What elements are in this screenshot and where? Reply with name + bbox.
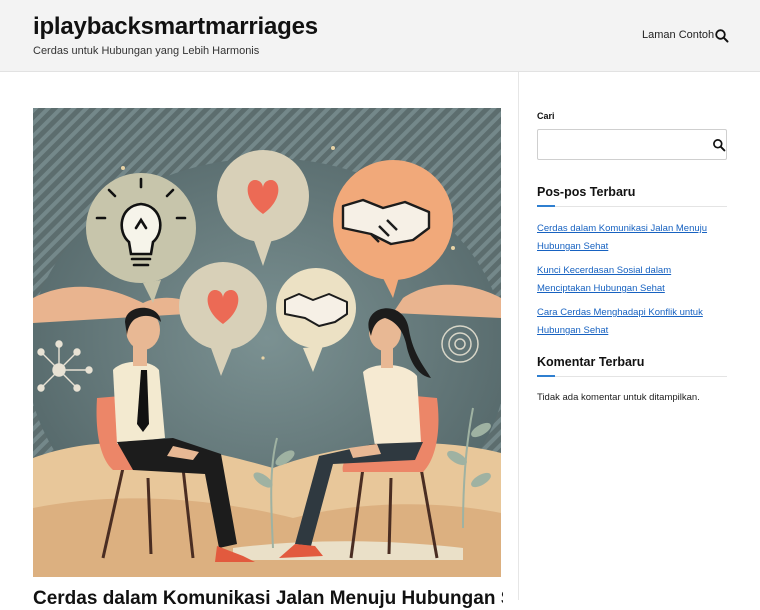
recent-posts-title: Pos-pos Terbaru (537, 185, 636, 199)
recent-posts-list: Cerdas dalam Komunikasi Jalan Menuju Hub… (537, 219, 727, 345)
list-item: Cara Cerdas Menghadapi Konflik untuk Hub… (537, 303, 727, 339)
content-divider (518, 72, 519, 600)
site-header: iplaybacksmartmarriages Cerdas untuk Hub… (0, 0, 760, 72)
featured-image[interactable] (33, 108, 501, 577)
recent-comments-title: Komentar Terbaru (537, 355, 645, 369)
list-item: Cerdas dalam Komunikasi Jalan Menuju Hub… (537, 219, 727, 255)
search-submit-icon[interactable] (712, 138, 726, 152)
search-input[interactable] (538, 130, 698, 159)
site-tagline: Cerdas untuk Hubungan yang Lebih Harmoni… (33, 45, 260, 57)
list-item: Kunci Kecerdasan Sosial dalam Menciptaka… (537, 261, 727, 297)
post-title[interactable]: Cerdas dalam Komunikasi Jalan Menuju Hub… (33, 588, 503, 610)
search-label: Cari (537, 111, 555, 121)
search-icon[interactable] (714, 28, 730, 44)
recent-comments-divider (537, 375, 727, 377)
site-title[interactable]: iplaybacksmartmarriages (33, 13, 318, 41)
recent-posts-divider (537, 205, 727, 207)
recent-post-link[interactable]: Cara Cerdas Menghadapi Konflik untuk Hub… (537, 307, 703, 336)
search-form (537, 129, 727, 160)
no-comments-text: Tidak ada komentar untuk ditampilkan. (537, 392, 700, 403)
recent-post-link[interactable]: Kunci Kecerdasan Sosial dalam Menciptaka… (537, 265, 671, 294)
nav-link-sample-page[interactable]: Laman Contoh (642, 29, 714, 41)
recent-post-link[interactable]: Cerdas dalam Komunikasi Jalan Menuju Hub… (537, 223, 707, 252)
